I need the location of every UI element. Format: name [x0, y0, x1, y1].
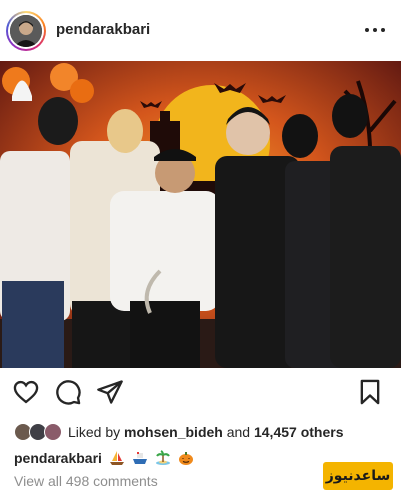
liker-avatars[interactable]	[14, 423, 64, 441]
profile-avatar[interactable]	[6, 11, 46, 51]
avatar-image	[10, 15, 42, 47]
likes-row: Liked by mohsen_bideh and 14,457 others	[14, 422, 343, 442]
heart-icon[interactable]	[12, 378, 42, 408]
ship-emoji	[132, 450, 148, 466]
view-all-comments-link[interactable]: View all 498 comments	[14, 473, 158, 489]
pumpkin-emoji	[178, 450, 194, 466]
liker-username[interactable]: mohsen_bideh	[124, 424, 223, 440]
likes-count[interactable]: 14,457 others	[254, 424, 344, 440]
comment-icon[interactable]	[54, 378, 84, 408]
post-username[interactable]: pendarakbari	[56, 21, 150, 38]
likes-text: Liked by mohsen_bideh and 14,457 others	[68, 424, 343, 440]
halloween-party-photo	[0, 61, 401, 368]
send-icon[interactable]	[96, 378, 126, 408]
caption-row: pendarakbari	[14, 448, 194, 468]
likes-prefix: Liked by	[68, 424, 121, 440]
caption-username[interactable]: pendarakbari	[14, 450, 102, 466]
more-options-icon[interactable]	[365, 22, 385, 38]
island-emoji	[155, 450, 171, 466]
likes-connector: and	[226, 424, 251, 440]
post-photo[interactable]	[0, 61, 401, 368]
bookmark-icon[interactable]	[356, 378, 386, 408]
post-header: pendarakbari	[0, 0, 401, 60]
post-actions	[0, 378, 401, 412]
watermark-badge: ساعدنیوز	[323, 462, 393, 490]
sailboat-emoji	[109, 450, 125, 466]
